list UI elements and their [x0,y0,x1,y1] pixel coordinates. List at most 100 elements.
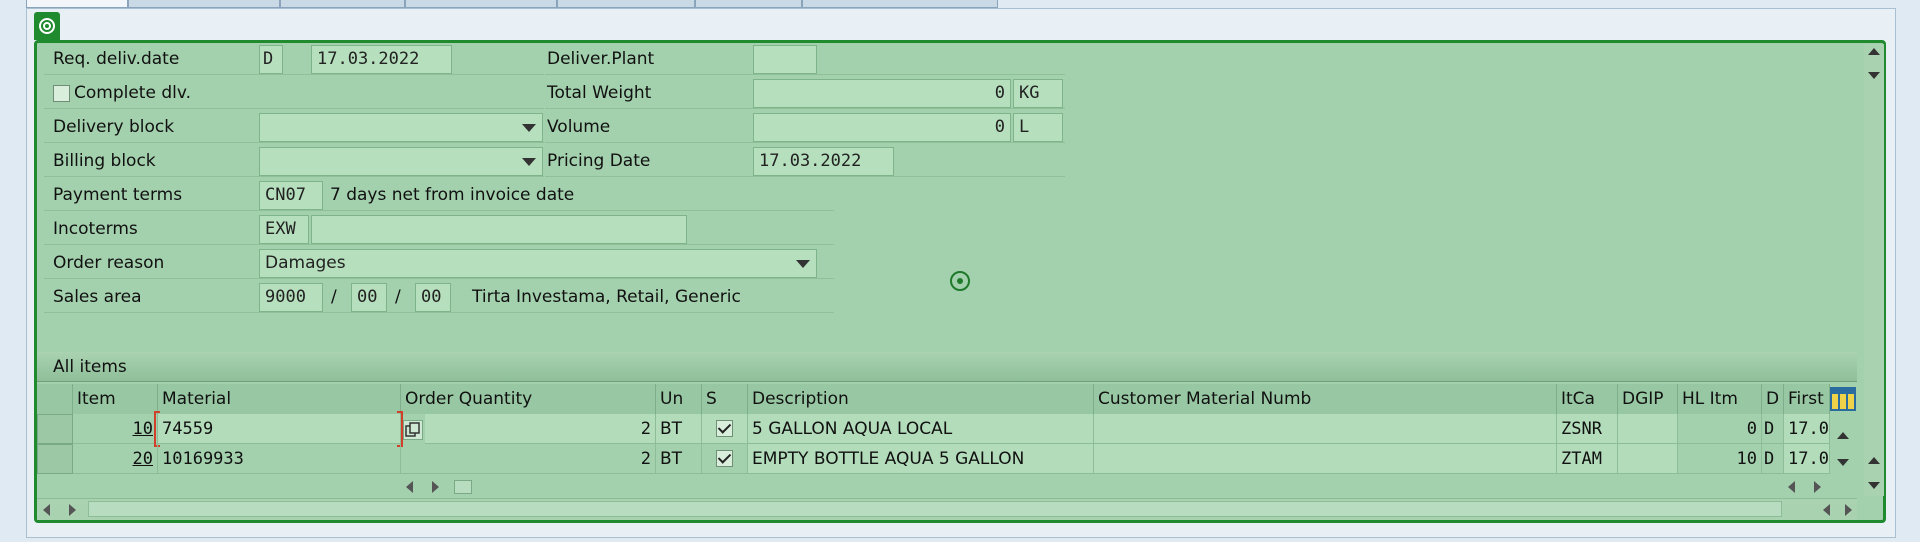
scroll-right-icon[interactable] [1814,481,1821,493]
tab-4[interactable] [405,0,557,8]
description-field[interactable]: EMPTY BOTTLE AQUA 5 GALLON [748,444,1094,474]
req-deliv-date-label: Req. deliv.date [53,49,180,69]
scroll-down-icon[interactable] [1868,482,1880,489]
delivery-block-dropdown[interactable] [259,113,543,142]
item-number[interactable]: 10 [73,414,158,444]
col-hl-itm[interactable]: HL Itm [1678,384,1762,414]
select-all-column[interactable] [37,384,73,414]
billing-block-dropdown[interactable] [259,147,543,176]
unit-field[interactable]: BT [656,414,702,444]
scroll-up-icon[interactable] [1868,457,1880,464]
table-scroll-up-icon[interactable] [1837,432,1849,439]
col-dgip[interactable]: DGIP [1618,384,1678,414]
pricing-date-field[interactable]: 17.03.2022 [753,147,894,176]
panel-vertical-scrollbar[interactable] [1864,44,1884,496]
panel-scroll-thumb[interactable] [88,501,1782,517]
tab-7[interactable] [802,0,998,8]
table-horizontal-scrollbar[interactable] [402,478,1862,496]
itca-field[interactable]: ZTAM [1557,444,1618,474]
order-reason-label: Order reason [53,253,165,273]
scroll-thumb[interactable] [454,480,472,494]
complete-dlv-checkbox[interactable] [53,85,70,102]
req-deliv-date-type-field[interactable]: D [259,45,283,74]
total-weight-label: Total Weight [547,83,652,103]
tab-6[interactable] [695,0,802,8]
description-field[interactable]: 5 GALLON AQUA LOCAL [748,414,1094,444]
tab-3[interactable] [280,0,405,8]
total-weight-field[interactable]: 0 [753,79,1011,108]
row-selector[interactable] [37,414,73,444]
sales-area-text: Tirta Investama, Retail, Generic [472,287,741,307]
incoterms-code-field[interactable]: EXW [259,215,309,244]
volume-field[interactable]: 0 [753,113,1011,142]
hl-itm-field[interactable]: 0 [1678,414,1762,444]
first-date-field[interactable]: 17.0 [1784,414,1830,444]
item-number[interactable]: 20 [73,444,158,474]
material-field[interactable]: 74559 [158,414,401,444]
table-scroll-down-icon[interactable] [1837,459,1849,466]
col-item[interactable]: Item [73,384,158,414]
scroll-down-icon[interactable] [1868,72,1880,79]
sales-area-separator: / [395,287,401,307]
req-deliv-date-field[interactable]: 17.03.2022 [311,45,452,74]
col-s[interactable]: S [702,384,748,414]
scroll-left-icon[interactable] [406,481,413,493]
row-separator [44,244,834,245]
order-reason-dropdown[interactable]: Damages [259,249,817,278]
s-cell [702,414,748,444]
dist-channel-field[interactable]: 00 [351,283,387,312]
scroll-right-icon[interactable] [432,481,439,493]
tab-active[interactable] [26,0,128,8]
col-material[interactable]: Material [158,384,401,414]
s-checkbox[interactable] [716,420,733,437]
col-description[interactable]: Description [748,384,1094,414]
unit-field[interactable]: BT [656,444,702,474]
scroll-left-icon[interactable] [1788,481,1795,493]
order-quantity-field[interactable]: 2 [425,414,656,444]
total-weight-unit-field[interactable]: KG [1013,79,1063,108]
scroll-up-icon[interactable] [1868,48,1880,55]
tab-5[interactable] [557,0,695,8]
pricing-date-label: Pricing Date [547,151,651,171]
division-field[interactable]: 00 [415,283,451,312]
customer-material-field[interactable] [1094,414,1557,444]
scroll-right-icon[interactable] [69,504,76,516]
copy-icon[interactable] [403,420,423,440]
s-cell [702,444,748,474]
payment-terms-code-field[interactable]: CN07 [259,181,323,210]
order-quantity-field[interactable]: 2 [401,444,656,474]
tab-2[interactable] [128,0,280,8]
delivery-block-label: Delivery block [53,117,175,137]
billing-block-label: Billing block [53,151,156,171]
incoterms-text-field[interactable] [311,215,687,244]
col-d[interactable]: D [1762,384,1784,414]
tab-strip [0,0,1000,8]
col-first-date[interactable]: First d [1784,384,1830,414]
first-date-field[interactable]: 17.0 [1784,444,1830,474]
deliver-plant-field[interactable] [753,45,817,74]
scroll-left-icon[interactable] [1823,504,1830,516]
d-field[interactable]: D [1762,444,1784,474]
sales-org-field[interactable]: 9000 [259,283,323,312]
volume-unit-field[interactable]: L [1013,113,1063,142]
customer-material-field[interactable] [1094,444,1557,474]
payment-terms-label: Payment terms [53,185,183,205]
hl-itm-field[interactable]: 10 [1678,444,1762,474]
row-selector[interactable] [37,444,73,474]
col-unit[interactable]: Un [656,384,702,414]
scroll-left-icon[interactable] [43,504,50,516]
col-order-quantity[interactable]: Order Quantity [401,384,656,414]
scroll-right-icon[interactable] [1845,504,1852,516]
sales-area-separator: / [331,287,337,307]
dgip-field[interactable] [1618,414,1678,444]
d-field[interactable]: D [1762,414,1784,444]
chevron-down-icon [796,260,810,268]
table-settings-icon[interactable] [1830,387,1856,411]
chevron-down-icon [522,124,536,132]
dgip-field[interactable] [1618,444,1678,474]
material-field[interactable]: 10169933 [158,444,401,474]
s-checkbox[interactable] [716,450,733,467]
col-customer-material[interactable]: Customer Material Numb [1094,384,1557,414]
col-itca[interactable]: ItCa [1557,384,1618,414]
itca-field[interactable]: ZSNR [1557,414,1618,444]
